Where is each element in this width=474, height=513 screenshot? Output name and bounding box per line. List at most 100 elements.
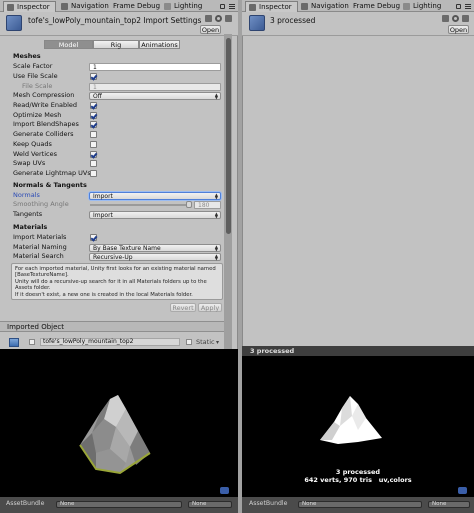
tab-inspector-right[interactable]: Inspector	[245, 1, 298, 12]
material-help-box: For each imported material, Unity first …	[11, 263, 223, 300]
help-line: If it doesn't exist, a new one is create…	[15, 291, 193, 298]
left-inspector-header: tofe's_lowPoly_mountain_top2 Import Sett…	[0, 12, 238, 36]
preview-settings-icon[interactable]	[458, 487, 467, 494]
lightmap-uvs-label: Generate Lightmap UVs	[13, 169, 91, 177]
navigation-tab-icon	[301, 3, 308, 10]
game-object-icon	[9, 338, 19, 347]
smoothing-angle-track	[90, 204, 190, 206]
selection-title: 3 processed	[270, 16, 316, 25]
dropdown-arrows-icon: ▲ ▼	[214, 211, 218, 219]
lock-icon[interactable]	[220, 4, 225, 9]
help-icon[interactable]	[205, 15, 212, 22]
dropdown-arrows-icon: ▲ ▼	[214, 253, 218, 261]
material-naming-label: Material Naming	[13, 243, 67, 251]
normals-dropdown[interactable]: Import ▲ ▼	[89, 192, 221, 200]
assetbundle-dropdown[interactable]: None	[298, 501, 422, 508]
assetbundle-variant-dropdown[interactable]: None	[428, 501, 470, 508]
open-button-right[interactable]: Open	[448, 25, 469, 34]
tab-inspector[interactable]: Inspector	[3, 1, 56, 12]
swap-uvs-checkbox[interactable]	[90, 160, 97, 167]
dropdown-arrows-icon: ▲ ▼	[214, 244, 218, 252]
tangents-label: Tangents	[13, 210, 43, 218]
assetbundle-variant-dropdown[interactable]: None	[188, 501, 232, 508]
open-button[interactable]: Open	[200, 25, 221, 34]
imported-object-name[interactable]: tofe's_lowPoly_mountain_top2	[40, 338, 180, 346]
left-assetbundle-bar: AssetBundle None None	[0, 497, 238, 513]
meshes-heading: Meshes	[13, 52, 41, 60]
animations-tab[interactable]: Animations	[139, 40, 180, 49]
weld-vertices-checkbox[interactable]	[90, 151, 97, 158]
lighting-tab-icon	[164, 3, 171, 10]
preview-caption-1: 3 processed	[335, 468, 381, 476]
right-model-preview[interactable]: 3 processed 3 processed 642 verts, 970 t…	[242, 346, 474, 497]
context-menu-icon[interactable]	[225, 15, 232, 22]
right-inspector-body	[242, 12, 474, 346]
inspector-tab-icon	[249, 4, 256, 11]
lock-icon[interactable]	[456, 4, 461, 9]
static-dropdown-icon[interactable]: ▾	[216, 339, 219, 346]
static-label: Static	[196, 338, 215, 346]
normals-label: Normals	[13, 191, 40, 199]
mesh-compression-label: Mesh Compression	[13, 91, 75, 99]
tab-frame-debug[interactable]: Frame Debug	[100, 1, 160, 12]
panel-menu-icon[interactable]	[465, 4, 471, 9]
optimize-mesh-label: Optimize Mesh	[13, 111, 62, 119]
assetbundle-label: AssetBundle	[6, 500, 45, 507]
multi-asset-icon	[249, 15, 265, 31]
optimize-mesh-checkbox[interactable]	[90, 112, 97, 119]
fbx-asset-icon	[6, 15, 22, 31]
settings-gear-icon[interactable]	[452, 15, 459, 22]
tab-lighting[interactable]: Lighting	[161, 1, 202, 12]
right-assetbundle-bar: AssetBundle None None	[242, 497, 474, 513]
rig-tab[interactable]: Rig	[93, 40, 139, 49]
apply-button[interactable]: Apply	[198, 303, 222, 312]
imported-object-bar: Imported Object	[0, 321, 224, 332]
file-scale-field: 1	[89, 83, 221, 91]
preview-caption-2: 642 verts, 970 tris uv,colors	[304, 476, 412, 484]
tab-lighting-right[interactable]: Lighting	[400, 1, 441, 12]
smoothing-angle-label: Smoothing Angle	[13, 200, 69, 208]
use-file-scale-checkbox[interactable]	[90, 73, 97, 80]
dropdown-arrows-icon: ▲ ▼	[214, 192, 218, 200]
scale-factor-field[interactable]: 1	[89, 63, 221, 71]
right-tab-strip: Inspector Navigation Frame Debug Lightin…	[242, 0, 474, 12]
use-file-scale-label: Use File Scale	[13, 72, 58, 80]
inspector-scrollbar-thumb[interactable]	[226, 38, 231, 234]
left-tab-strip: Inspector Navigation Frame Debug Lightin…	[0, 0, 238, 12]
lighting-tab-icon	[403, 3, 410, 10]
mesh-compression-dropdown[interactable]: Off ▲ ▼	[89, 92, 221, 100]
lightmap-uvs-checkbox[interactable]	[90, 170, 97, 177]
import-blendshapes-label: Import BlendShapes	[13, 120, 79, 128]
tangents-dropdown[interactable]: Import ▲ ▼	[89, 211, 221, 219]
panel-menu-icon[interactable]	[229, 4, 235, 9]
revert-button[interactable]: Revert	[170, 303, 196, 312]
right-inspector-header: 3 processed Open	[242, 12, 474, 36]
preview-settings-icon[interactable]	[220, 487, 229, 494]
import-materials-label: Import Materials	[13, 233, 67, 241]
help-icon[interactable]	[442, 15, 449, 22]
import-blendshapes-checkbox[interactable]	[90, 121, 97, 128]
generate-colliders-checkbox[interactable]	[90, 131, 97, 138]
dropdown-arrows-icon: ▲ ▼	[214, 92, 218, 100]
read-write-checkbox[interactable]	[90, 102, 97, 109]
keep-quads-checkbox[interactable]	[90, 141, 97, 148]
assetbundle-dropdown[interactable]: None	[56, 501, 182, 508]
context-menu-icon[interactable]	[462, 15, 469, 22]
settings-gear-icon[interactable]	[215, 15, 222, 22]
import-materials-checkbox[interactable]	[90, 234, 97, 241]
swap-uvs-label: Swap UVs	[13, 159, 46, 167]
imported-object-title: Imported Object	[7, 323, 65, 331]
mountain-mesh-preview	[79, 395, 151, 475]
static-checkbox[interactable]	[186, 339, 192, 345]
material-search-dropdown[interactable]: Recursive-Up ▲ ▼	[89, 253, 221, 261]
materials-heading: Materials	[13, 223, 48, 231]
left-model-preview[interactable]	[0, 349, 238, 497]
model-tab[interactable]: Model	[44, 40, 93, 49]
imported-object-row: tofe's_lowPoly_mountain_top2 Static ▾	[0, 337, 224, 348]
assetbundle-label: AssetBundle	[249, 500, 288, 507]
generate-colliders-label: Generate Colliders	[13, 130, 74, 138]
object-active-checkbox[interactable]	[29, 339, 35, 345]
tab-frame-debug-right[interactable]: Frame Debug	[340, 1, 400, 12]
material-naming-dropdown[interactable]: By Base Texture Name ▲ ▼	[89, 244, 221, 252]
smoothing-angle-slider-knob	[186, 201, 192, 208]
